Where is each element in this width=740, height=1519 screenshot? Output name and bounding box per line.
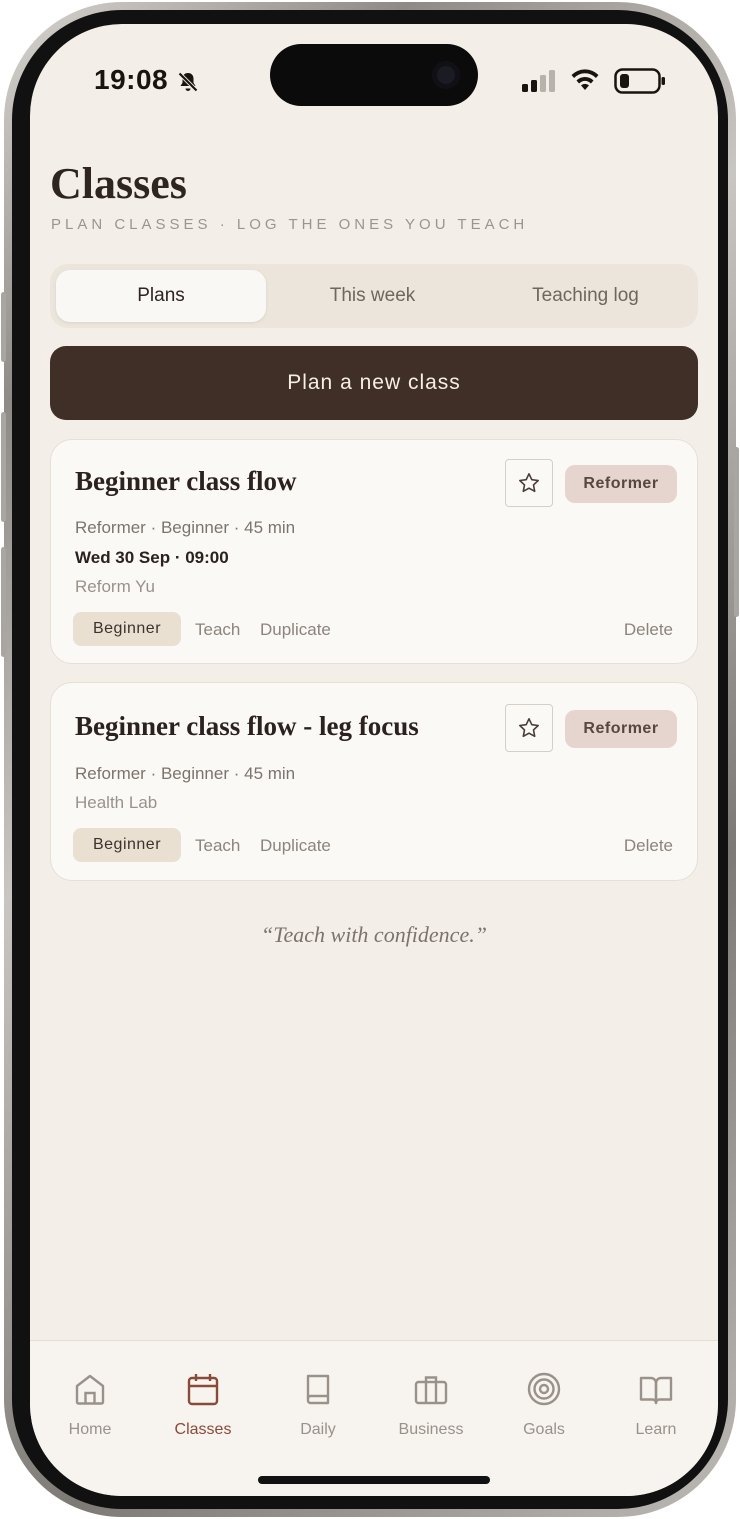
level-chip: Beginner: [73, 828, 181, 862]
bell-slash-icon: [177, 71, 199, 93]
nav-daily[interactable]: Daily: [268, 1371, 368, 1439]
star-icon: [519, 473, 539, 493]
teach-link[interactable]: Teach: [195, 836, 240, 856]
bottom-nav: Home Classes Daily Business Goals Learn: [30, 1340, 718, 1496]
cellular-signal-icon: [522, 70, 555, 92]
class-card[interactable]: Beginner class flow Reformer Reformer · …: [50, 439, 698, 664]
delete-link[interactable]: Delete: [624, 620, 673, 640]
power-button: [734, 447, 739, 617]
class-location: Health Lab: [75, 793, 158, 812]
action-button: [1, 292, 6, 362]
volume-down-button: [1, 547, 6, 657]
segmented-tabs: Plans This week Teaching log: [50, 264, 698, 328]
nav-business[interactable]: Business: [381, 1371, 481, 1439]
home-icon: [75, 1374, 105, 1405]
class-location: Reform Yu: [75, 577, 156, 596]
target-icon: [527, 1372, 561, 1406]
star-icon: [519, 718, 539, 738]
screen: 19:08 Classes PLAN CLASSES · LOG THE ONE…: [30, 24, 718, 1496]
nav-label: Goals: [523, 1421, 565, 1438]
nav-goals[interactable]: Goals: [494, 1371, 594, 1439]
tab-plans[interactable]: Plans: [56, 270, 266, 322]
nav-label: Learn: [635, 1421, 677, 1438]
battery-low-icon: [614, 68, 665, 94]
class-card[interactable]: Beginner class flow - leg focus Reformer…: [50, 682, 698, 881]
favorite-button[interactable]: [505, 459, 553, 507]
nav-label: Business: [398, 1421, 464, 1438]
level-chip: Beginner: [73, 612, 181, 646]
dynamic-island: [270, 44, 478, 106]
camera-icon: [432, 61, 460, 89]
class-meta: Reformer · Beginner · 45 min: [75, 518, 296, 537]
delete-link[interactable]: Delete: [624, 836, 673, 856]
apparatus-badge: Reformer: [565, 710, 677, 748]
briefcase-icon: [414, 1376, 448, 1405]
book-icon: [306, 1374, 330, 1405]
phone-frame: 19:08 Classes PLAN CLASSES · LOG THE ONE…: [1, 2, 739, 1517]
class-meta: Reformer · Beginner · 45 min: [75, 764, 296, 783]
page-subtitle: PLAN CLASSES · LOG THE ONES YOU TEACH: [51, 216, 529, 233]
tab-this-week[interactable]: This week: [266, 270, 479, 322]
status-time: 19:08: [94, 64, 169, 95]
favorite-button[interactable]: [505, 704, 553, 752]
nav-learn[interactable]: Learn: [606, 1371, 706, 1439]
wifi-icon: [571, 69, 599, 90]
class-title: Beginner class flow: [75, 466, 297, 496]
nav-label: Daily: [300, 1421, 336, 1438]
nav-label: Home: [68, 1421, 112, 1438]
duplicate-link[interactable]: Duplicate: [260, 836, 331, 856]
class-schedule: Wed 30 Sep · 09:00: [75, 548, 229, 567]
class-title: Beginner class flow - leg focus: [75, 711, 419, 741]
plan-new-class-button[interactable]: Plan a new class: [50, 346, 698, 420]
home-indicator[interactable]: [258, 1476, 490, 1484]
page-title: Classes: [50, 159, 187, 208]
nav-label: Classes: [174, 1421, 232, 1438]
nav-home[interactable]: Home: [40, 1371, 140, 1439]
tab-teaching-log[interactable]: Teaching log: [479, 270, 692, 322]
teach-link[interactable]: Teach: [195, 620, 240, 640]
duplicate-link[interactable]: Duplicate: [260, 620, 331, 640]
volume-up-button: [1, 412, 6, 522]
calendar-icon: [187, 1374, 219, 1406]
motivational-quote: “Teach with confidence.”: [261, 922, 487, 947]
open-book-icon: [639, 1376, 673, 1405]
apparatus-badge: Reformer: [565, 465, 677, 503]
nav-classes[interactable]: Classes: [153, 1371, 253, 1439]
